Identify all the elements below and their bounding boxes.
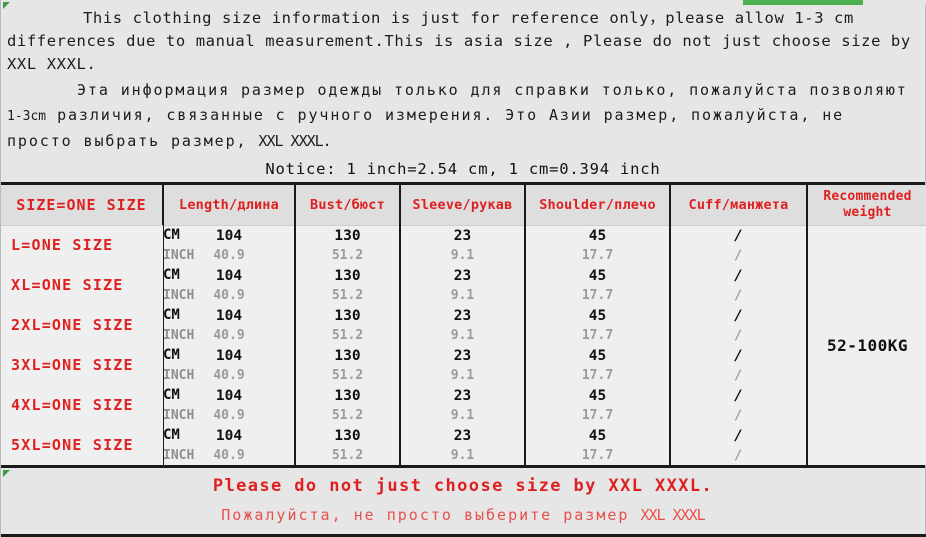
size-table-head: SIZE=ONE SIZE Length/длина Bust/бюст Sle…	[1, 185, 926, 226]
cell-shoulder-inch: 17.7	[525, 325, 671, 345]
cell-length-cm: 104	[163, 225, 296, 245]
footer-russian-sizes: XXL XXXL	[640, 506, 705, 524]
cell-shoulder-cm: 45	[525, 345, 671, 365]
table-row: 3XL=ONE SIZE CM 104 130 23 45 /	[1, 345, 926, 385]
cell-shoulder-inch: 17.7	[525, 445, 671, 465]
green-bar-marker	[743, 0, 863, 5]
size-table-body: L=ONE SIZE CM 104 130 23 45 / 52-100KG I…	[1, 225, 926, 465]
cell-sleeve-cm: 23	[400, 225, 526, 245]
cell-shoulder-cm: 45	[525, 225, 671, 245]
cell-bust-inch: 51.2	[295, 365, 401, 385]
cell-cuff-cm: /	[670, 225, 808, 245]
cell-bust-cm: 130	[295, 265, 401, 285]
table-row: L=ONE SIZE CM 104 130 23 45 / 52-100KG	[1, 225, 926, 465]
cell-cuff-cm: /	[670, 305, 808, 325]
cell-sleeve-inch: 9.1	[400, 285, 526, 305]
cell-cuff-inch: /	[670, 445, 808, 465]
header-length: Length/длина	[163, 185, 296, 226]
size-table: SIZE=ONE SIZE Length/длина Bust/бюст Sle…	[1, 185, 926, 465]
cell-sleeve-cm: 23	[400, 345, 526, 365]
cell-sleeve-cm: 23	[400, 265, 526, 285]
intro-russian-measure: 1-3cm	[7, 109, 47, 124]
intro-english: This clothing size information is just f…	[7, 9, 911, 73]
row-size-label: 2XL=ONE SIZE	[1, 305, 163, 345]
cell-length-cm: 104	[163, 305, 296, 325]
row-size-label: 5XL=ONE SIZE	[1, 425, 163, 465]
cell-bust-cm: 130	[295, 345, 401, 365]
cell-shoulder-cm: 45	[525, 305, 671, 325]
cell-sleeve-cm: 23	[400, 425, 526, 445]
cell-sleeve-inch: 9.1	[400, 365, 526, 385]
cell-bust-cm: 130	[295, 425, 401, 445]
cell-sleeve-inch: 9.1	[400, 405, 526, 425]
cell-cuff-inch: /	[670, 325, 808, 345]
table-row: 2XL=ONE SIZE CM 104 130 23 45 /	[1, 305, 926, 345]
footer-english: Please do not just choose size by XXL XX…	[212, 476, 714, 496]
cell-length-cm: 104	[163, 265, 296, 285]
row-size-label: 4XL=ONE SIZE	[1, 385, 163, 425]
cell-bust-inch: 51.2	[295, 285, 401, 305]
cell-sleeve-cm: 23	[400, 305, 526, 325]
cell-length-cm: 104	[163, 425, 296, 445]
cell-shoulder-cm: 45	[525, 385, 671, 405]
cell-shoulder-inch: 17.7	[525, 405, 671, 425]
cell-sleeve-inch: 9.1	[400, 325, 526, 345]
header-weight-line2: weight	[843, 204, 892, 220]
cell-cuff-inch: /	[670, 285, 808, 305]
cell-sleeve-inch: 9.1	[400, 245, 526, 265]
footer-russian-text: Пожалуйста, не просто выберите размер	[221, 506, 641, 524]
cell-bust-inch: 51.2	[295, 405, 401, 425]
cell-length-cm: 104	[163, 345, 296, 365]
header-row: SIZE=ONE SIZE Length/длина Bust/бюст Sle…	[1, 185, 926, 226]
cell-sleeve-cm: 23	[400, 385, 526, 405]
cell-cuff-cm: /	[670, 385, 808, 405]
cell-cuff-inch: /	[670, 405, 808, 425]
cell-shoulder-inch: 17.7	[525, 245, 671, 265]
row-size-label: 3XL=ONE SIZE	[1, 345, 163, 385]
green-corner-marker-lower	[3, 470, 10, 477]
header-shoulder: Shoulder/плечо	[525, 185, 671, 226]
footer-russian: Пожалуйста, не просто выберите размер XX…	[1, 506, 925, 524]
cell-sleeve-inch: 9.1	[400, 445, 526, 465]
table-row: 4XL=ONE SIZE CM 104 130 23 45 /	[1, 385, 926, 425]
intro-russian-sizes: XXL XXXL.	[258, 132, 331, 150]
cell-bust-cm: 130	[295, 305, 401, 325]
header-bust: Bust/бюст	[295, 185, 401, 226]
cell-bust-cm: 130	[295, 225, 401, 245]
cell-bust-inch: 51.2	[295, 325, 401, 345]
intro-russian-part2: различия, связанные с ручного измерения.…	[7, 106, 845, 150]
cell-shoulder-inch: 17.7	[525, 285, 671, 305]
cell-cuff-cm: /	[670, 425, 808, 445]
header-weight-line1: Recommended	[823, 188, 912, 204]
header-cuff: Cuff/манжета	[670, 185, 808, 226]
table-row: XL=ONE SIZE CM 104 130 23 45 /	[1, 265, 926, 305]
intro-russian: Эта информация размер одежды только для …	[1, 78, 925, 154]
cell-cuff-inch: /	[670, 365, 808, 385]
cell-bust-inch: 51.2	[295, 445, 401, 465]
cell-shoulder-cm: 45	[525, 425, 671, 445]
cell-bust-cm: 130	[295, 385, 401, 405]
intro-russian-part1: Эта информация размер одежды только для …	[77, 81, 908, 99]
row-size-label: L=ONE SIZE	[1, 225, 163, 265]
top-strip	[1, 0, 926, 9]
header-size: SIZE=ONE SIZE	[1, 185, 164, 226]
size-chart-page: This clothing size information is just f…	[0, 0, 926, 537]
header-recommended-weight: Recommended weight	[807, 185, 926, 226]
cell-recommended-weight: 52-100KG	[807, 225, 926, 465]
cell-cuff-cm: /	[670, 345, 808, 365]
cell-length-cm: 104	[163, 385, 296, 405]
row-size-label: XL=ONE SIZE	[1, 265, 163, 305]
footer-warning: Please do not just choose size by XXL XX…	[1, 468, 925, 524]
cell-shoulder-inch: 17.7	[525, 365, 671, 385]
notice-conversion: Notice: 1 inch=2.54 cm, 1 cm=0.394 inch	[265, 160, 661, 178]
size-table-wrapper: SIZE=ONE SIZE Length/длина Bust/бюст Sle…	[1, 182, 926, 468]
table-row: 5XL=ONE SIZE CM 104 130 23 45 /	[1, 425, 926, 465]
cell-cuff-inch: /	[670, 245, 808, 265]
cell-bust-inch: 51.2	[295, 245, 401, 265]
header-sleeve: Sleeve/рукав	[400, 185, 526, 226]
cell-shoulder-cm: 45	[525, 265, 671, 285]
cell-cuff-cm: /	[670, 265, 808, 285]
green-corner-marker	[3, 2, 10, 9]
